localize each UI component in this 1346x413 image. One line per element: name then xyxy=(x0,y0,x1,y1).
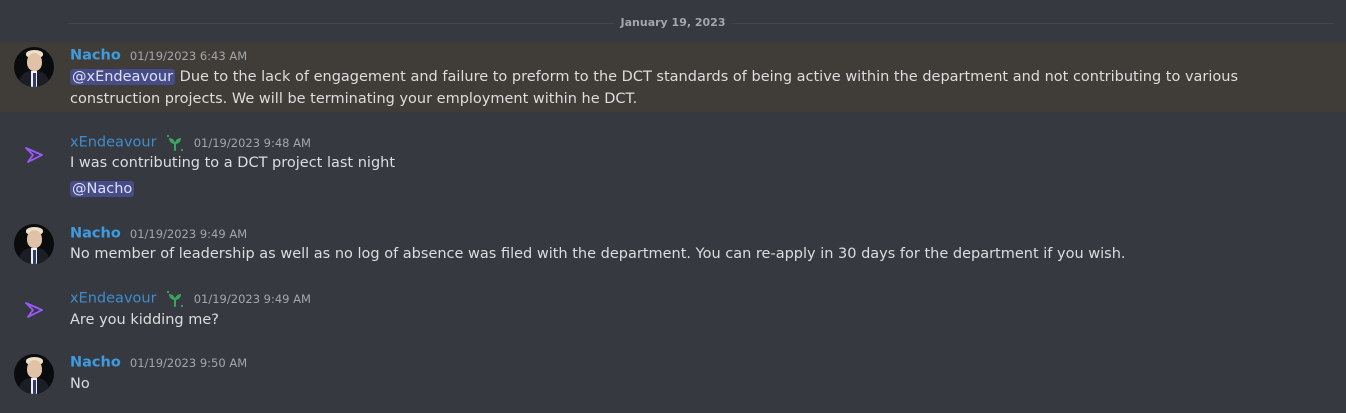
username[interactable]: xEndeavour xyxy=(70,135,157,151)
message-content: @Nacho xyxy=(70,178,1310,200)
sprout-badge-icon[interactable] xyxy=(165,133,185,153)
username[interactable]: Nacho xyxy=(70,355,121,371)
user-mention[interactable]: @xEndeavour xyxy=(70,69,176,85)
username[interactable]: xEndeavour xyxy=(70,291,157,307)
timestamp[interactable]: 01/19/2023 9:48 AM xyxy=(194,136,311,150)
message-item[interactable]: xEndeavour 01/19/2023 9:49 AM Are you ki… xyxy=(0,285,1346,335)
timestamp[interactable]: 01/19/2023 9:50 AM xyxy=(130,356,247,370)
message-item[interactable]: Nacho 01/19/2023 9:50 AM No xyxy=(0,350,1346,400)
message-text: I was contributing to a DCT project last… xyxy=(70,155,396,171)
message-content: @xEndeavour Due to the lack of engagemen… xyxy=(70,66,1310,110)
user-mention[interactable]: @Nacho xyxy=(70,181,135,197)
sprout-badge-icon[interactable] xyxy=(165,289,185,309)
message-item[interactable]: Nacho 01/19/2023 9:49 AM No member of le… xyxy=(0,220,1346,270)
message-item[interactable]: xEndeavour 01/19/2023 9:48 AM I was cont… xyxy=(0,128,1346,204)
message-text: Are you kidding me? xyxy=(70,312,219,328)
chat-log: January 19, 2023 Nacho 01/19/2023 6:43 A… xyxy=(0,0,1346,413)
timestamp[interactable]: 01/19/2023 9:49 AM xyxy=(130,227,247,241)
username[interactable]: Nacho xyxy=(70,226,121,242)
message-item[interactable]: Nacho 01/19/2023 6:43 AM @xEndeavour Due… xyxy=(0,42,1346,112)
avatar[interactable] xyxy=(14,224,54,264)
avatar[interactable] xyxy=(14,134,54,174)
message-text: No xyxy=(70,376,90,392)
date-divider: January 19, 2023 xyxy=(614,16,732,30)
message-text: Due to the lack of engagement and failur… xyxy=(70,69,1239,107)
avatar[interactable] xyxy=(14,47,54,87)
message-text: No member of leadership as well as no lo… xyxy=(70,246,1126,262)
username[interactable]: Nacho xyxy=(70,48,121,64)
avatar[interactable] xyxy=(14,289,54,329)
avatar[interactable] xyxy=(14,354,54,394)
purple-arrow-logo-icon xyxy=(25,302,43,318)
timestamp[interactable]: 01/19/2023 6:43 AM xyxy=(130,49,247,63)
timestamp[interactable]: 01/19/2023 9:49 AM xyxy=(194,292,311,306)
purple-arrow-logo-icon xyxy=(25,147,43,163)
